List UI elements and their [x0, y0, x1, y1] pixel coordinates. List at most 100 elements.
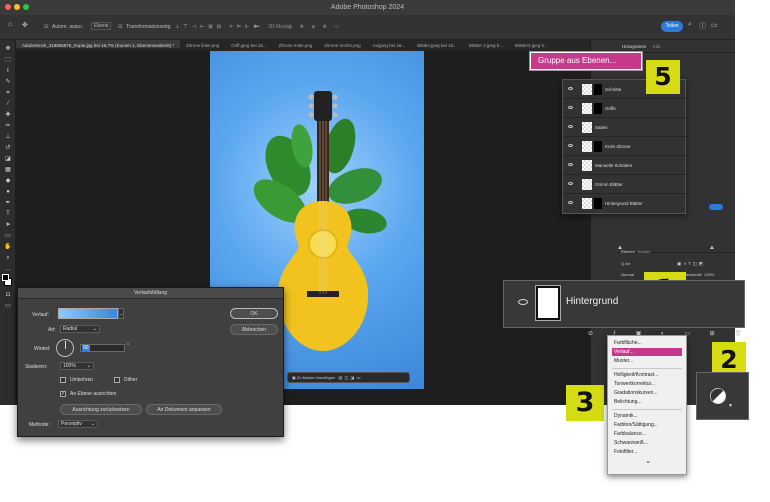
cancel-button[interactable]: Abbrechen — [230, 324, 278, 335]
reverse-checkbox[interactable] — [60, 377, 66, 383]
menu-item-black-white[interactable]: Schwarzweiß... — [612, 439, 682, 447]
tab-channels[interactable]: Kanäle — [638, 249, 650, 254]
home-icon[interactable]: ⌂ — [8, 21, 12, 28]
align-with-layer-checkbox[interactable]: ✓ — [60, 391, 66, 397]
tab-document[interactable]: Autjpeg bei 16... — [367, 40, 412, 48]
blur-tool-icon[interactable]: ◆ — [4, 178, 12, 184]
eye-icon[interactable] — [568, 182, 573, 185]
menu-item-brightness-contrast[interactable]: Helligkeit/Kontrast... — [612, 371, 682, 379]
tab-document[interactable]: Blätter3.jpeg b... — [509, 40, 554, 48]
eyedropper-tool-icon[interactable]: ⁄ — [4, 101, 12, 107]
search-icon[interactable]: ⌕ — [688, 21, 692, 29]
taskbar-icons[interactable]: ▤ ◫ ◪ ••• — [336, 375, 361, 380]
history-brush-tool-icon[interactable]: ↺ — [4, 145, 12, 151]
crop-tool-icon[interactable]: ⌗ — [4, 90, 12, 96]
gradient-dropdown-icon[interactable]: ⌄ — [118, 308, 124, 319]
scale-input[interactable]: 100% ⌄ — [60, 362, 94, 370]
background-layer-name[interactable]: Hintergrund — [566, 296, 618, 307]
tab-histogram[interactable]: Histogramm — [622, 44, 646, 49]
stamp-tool-icon[interactable]: ⊥ — [4, 134, 12, 140]
layer-filter-select[interactable]: Q Art — [621, 261, 630, 266]
eye-icon[interactable] — [568, 163, 573, 166]
layer-row[interactable]: Hintergrund Blätter — [563, 194, 687, 213]
method-select[interactable]: Perzeptiv ⌄ — [58, 420, 98, 428]
layer-row[interactable]: Griffe — [563, 99, 687, 118]
add-to-mask-button[interactable]: Zu Maske hinzufügen — [297, 375, 335, 380]
layer-row[interactable]: Manuelle Schatten — [563, 156, 687, 175]
zoom-tool-icon[interactable]: ⌕ — [4, 255, 12, 261]
dither-checkbox[interactable] — [114, 377, 120, 383]
move-tool-icon[interactable]: ✥ — [4, 46, 12, 52]
angle-input[interactable]: 90 — [80, 344, 125, 352]
opacity-value[interactable]: 100% — [704, 272, 714, 277]
menu-item-photo-filter[interactable]: Fotofilter... — [612, 448, 682, 456]
fit-to-document-button[interactable]: An Dokument anpassen — [146, 404, 222, 415]
tab-document[interactable]: Blätter 2.jpeg b... — [463, 40, 509, 48]
gradient-tool-icon[interactable]: ▦ — [4, 167, 12, 173]
auto-select-checkbox[interactable]: ☑ — [44, 24, 48, 30]
eye-icon[interactable] — [568, 87, 573, 90]
layer-row[interactable]: Grimm Blätter — [563, 175, 687, 194]
menu-item-vibrance[interactable]: Dynamik... — [612, 412, 682, 420]
tab-layers[interactable]: Ebenen — [621, 249, 635, 254]
menu-item-color-balance[interactable]: Farbbalance... — [612, 430, 682, 438]
pen-tool-icon[interactable]: ✒ — [4, 200, 12, 206]
auto-select-dropdown[interactable]: Ebene — [91, 22, 112, 30]
menu-more-chevron-icon[interactable]: ⌄ — [612, 458, 682, 466]
tab-document-active[interactable]: AdobeStock_319865975_Kopie.jpg bei 16,7%… — [16, 40, 181, 48]
eraser-tool-icon[interactable]: ◪ — [4, 156, 12, 162]
eye-icon[interactable] — [568, 125, 573, 128]
foreground-color-swatch[interactable] — [2, 274, 9, 281]
menu-item-levels[interactable]: Tonwertkorrektur... — [612, 380, 682, 388]
zoom-window-icon[interactable] — [23, 4, 29, 10]
blend-mode-select[interactable]: Normal — [621, 272, 634, 277]
path-select-tool-icon[interactable]: ➤ — [4, 222, 12, 228]
close-window-icon[interactable] — [5, 4, 11, 10]
reset-alignment-button[interactable]: Ausrichtung zurücksetzen — [60, 404, 142, 415]
group-from-layers-menu-item[interactable]: Gruppe aus Ebenen... — [530, 52, 642, 70]
shape-tool-icon[interactable]: ▭ — [4, 233, 12, 239]
layer-filter-icons[interactable]: ▣◑T◫◩ — [677, 261, 705, 267]
quick-mask-icon[interactable]: ◘ — [4, 292, 12, 298]
3d-tools-icons[interactable]: ◎ ✥ ◈ ✤ ▭ — [288, 24, 342, 30]
help-icon[interactable]: ⓘ — [699, 21, 706, 31]
minimize-window-icon[interactable] — [14, 4, 20, 10]
align-icons[interactable]: ⊥⊤⊣⊢⊞⊟ ⊧⊨⊩⊪ — [175, 24, 262, 30]
eye-icon[interactable] — [568, 106, 573, 109]
brush-tool-icon[interactable]: ✏ — [4, 123, 12, 129]
eye-icon[interactable] — [518, 299, 528, 305]
tab-document[interactable]: Zitrone rechts.png — [318, 40, 366, 48]
eye-icon[interactable] — [568, 144, 573, 147]
transform-controls-checkbox[interactable]: ☑ — [118, 24, 122, 30]
tab-info[interactable]: Info — [653, 44, 661, 49]
more-options-icon[interactable]: ••• — [254, 24, 259, 30]
hand-tool-icon[interactable]: ✋ — [4, 244, 12, 250]
panel-blue-button[interactable] — [709, 204, 723, 210]
layer-row[interactable]: Kreis Zitrone — [563, 137, 687, 156]
quick-select-tool-icon[interactable]: ✎ — [4, 79, 12, 85]
ok-button[interactable]: OK — [230, 308, 278, 319]
tab-document[interactable]: Blätter.jpeg bei 16... — [411, 40, 463, 48]
menu-item-pattern[interactable]: Muster... — [612, 357, 682, 365]
dodge-tool-icon[interactable]: ● — [4, 189, 12, 195]
menu-item-curves[interactable]: Gradationskurven... — [612, 389, 682, 397]
healing-tool-icon[interactable]: ✚ — [4, 112, 12, 118]
more-tools-icon[interactable]: … — [4, 266, 12, 272]
style-select[interactable]: Radial ⌄ — [60, 325, 100, 333]
layer-row[interactable]: Saiten — [563, 118, 687, 137]
screen-mode-icon[interactable]: ▭ — [4, 303, 12, 309]
share-button[interactable]: Teilen — [661, 21, 683, 32]
workspace-icon[interactable]: ▭ — [711, 21, 718, 29]
move-tool-icon[interactable]: ✥ — [22, 21, 28, 29]
tab-document[interactable]: Zitrone links.png — [180, 40, 225, 48]
gradient-preview[interactable] — [58, 308, 118, 319]
mask-icon[interactable]: ▣ — [292, 375, 296, 380]
menu-item-solid-color[interactable]: Farbfläche... — [612, 339, 682, 347]
marquee-tool-icon[interactable]: ⬚ — [4, 57, 12, 63]
type-tool-icon[interactable]: T — [4, 211, 12, 217]
adjustment-layer-icon[interactable] — [709, 387, 727, 405]
menu-item-exposure[interactable]: Belichtung... — [612, 398, 682, 406]
tab-document[interactable]: Griff.jpeg bei 16... — [225, 40, 272, 48]
angle-dial[interactable] — [56, 339, 74, 357]
eye-icon[interactable] — [568, 201, 573, 204]
